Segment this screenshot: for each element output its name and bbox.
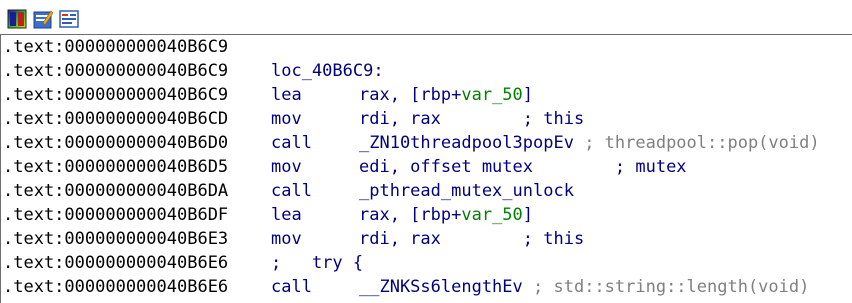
operand-text: rax, [rbp+ bbox=[359, 85, 462, 105]
listing-line[interactable]: .text:000000000040B6E6 ; try { bbox=[3, 251, 852, 275]
listing-line[interactable]: .text:000000000040B6D0 call _ZN10threadpoo… bbox=[3, 131, 852, 155]
operand-text: __ZNKSs6lengthEv bbox=[359, 277, 523, 297]
line-address: .text:000000000040B6C9 bbox=[3, 37, 229, 57]
operand-text: ] bbox=[522, 85, 534, 105]
instruction-operands[interactable]: rdi, rax ; this bbox=[359, 107, 584, 131]
line-address: .text:000000000040B6DA bbox=[3, 181, 229, 201]
listing-line[interactable]: .text:000000000040B6C9 bbox=[3, 35, 852, 59]
listing-line[interactable]: .text:000000000040B6DA call _pthread_mutex… bbox=[3, 179, 852, 203]
stack-variable[interactable]: var_50 bbox=[461, 205, 522, 225]
instruction-mnemonic: call bbox=[271, 181, 312, 201]
operand-text: edi, offset mutex bbox=[359, 157, 533, 177]
text-view-icon[interactable] bbox=[59, 9, 79, 29]
line-address: .text:000000000040B6E6 bbox=[3, 277, 229, 297]
operand-text: rdi, rax bbox=[359, 229, 441, 249]
operand-text: _ZN10threadpool3popEv bbox=[359, 133, 574, 153]
instruction-mnemonic: call bbox=[271, 277, 312, 297]
instruction-mnemonic: lea bbox=[271, 85, 302, 105]
line-address: .text:000000000040B6D0 bbox=[3, 133, 229, 153]
listing-line[interactable]: .text:000000000040B6E6 call __ZNKSs6length… bbox=[3, 275, 852, 299]
instruction-operands[interactable]: rdi, rax ; this bbox=[359, 227, 584, 251]
listing-toolbar bbox=[0, 0, 852, 35]
graph-view-icon[interactable] bbox=[7, 9, 27, 29]
line-address: .text:000000000040B6E3 bbox=[3, 229, 229, 249]
operand-text: rax, [rbp+ bbox=[359, 205, 462, 225]
instruction-mnemonic: mov bbox=[271, 157, 302, 177]
instruction-mnemonic: mov bbox=[271, 109, 302, 129]
listing-line[interactable]: .text:000000000040B6C9 lea rax, [rbp+var_5… bbox=[3, 83, 852, 107]
operand-comment: ; mutex bbox=[614, 157, 687, 177]
auto-comment: ; std::string::length(void) bbox=[533, 277, 810, 297]
operand-comment: ; this bbox=[522, 229, 585, 249]
auto-comment: ; threadpool::pop(void) bbox=[584, 133, 820, 153]
operand-comment: ; this bbox=[522, 109, 585, 129]
operand-text: ] bbox=[522, 205, 534, 225]
try-block-comment: ; try { bbox=[271, 253, 364, 273]
stack-variable[interactable]: var_50 bbox=[461, 85, 522, 105]
listing-line[interactable]: .text:000000000040B6C9 loc_40B6C9: bbox=[3, 59, 852, 83]
instruction-operands[interactable]: edi, offset mutex ; mutex bbox=[359, 155, 687, 179]
disassembly-listing[interactable]: .text:000000000040B6C9 .text:000000000040… bbox=[0, 34, 852, 303]
instruction-operands[interactable]: _pthread_mutex_unlock bbox=[359, 179, 574, 203]
line-address: .text:000000000040B6C9 bbox=[3, 61, 229, 81]
line-address: .text:000000000040B6CD bbox=[3, 109, 229, 129]
line-address: .text:000000000040B6D5 bbox=[3, 157, 229, 177]
instruction-operands[interactable]: __ZNKSs6lengthEv ; std::string::length(v… bbox=[359, 275, 809, 299]
instruction-operands[interactable]: _ZN10threadpool3popEv ; threadpool::pop(… bbox=[359, 131, 820, 155]
instruction-mnemonic: lea bbox=[271, 205, 302, 225]
line-address: .text:000000000040B6DF bbox=[3, 205, 229, 225]
instruction-mnemonic: call bbox=[271, 133, 312, 153]
listing-line[interactable]: .text:000000000040B6E3 mov rdi, rax ; this bbox=[3, 227, 852, 251]
instruction-mnemonic: mov bbox=[271, 229, 302, 249]
listing-line[interactable]: .text:000000000040B6D5 mov edi, offset mut… bbox=[3, 155, 852, 179]
operand-text: _pthread_mutex_unlock bbox=[359, 181, 574, 201]
listing-line[interactable]: .text:000000000040B6DF lea rax, [rbp+var_5… bbox=[3, 203, 852, 227]
code-label[interactable]: loc_40B6C9: bbox=[271, 59, 384, 83]
instruction-operands[interactable]: rax, [rbp+var_50] bbox=[359, 83, 533, 107]
edit-icon[interactable] bbox=[33, 9, 53, 29]
instruction-operands[interactable]: rax, [rbp+var_50] bbox=[359, 203, 533, 227]
line-address: .text:000000000040B6E6 bbox=[3, 253, 229, 273]
listing-line[interactable]: .text:000000000040B6CD mov rdi, rax ; this bbox=[3, 107, 852, 131]
line-address: .text:000000000040B6C9 bbox=[3, 85, 229, 105]
operand-text: rdi, rax bbox=[359, 109, 441, 129]
